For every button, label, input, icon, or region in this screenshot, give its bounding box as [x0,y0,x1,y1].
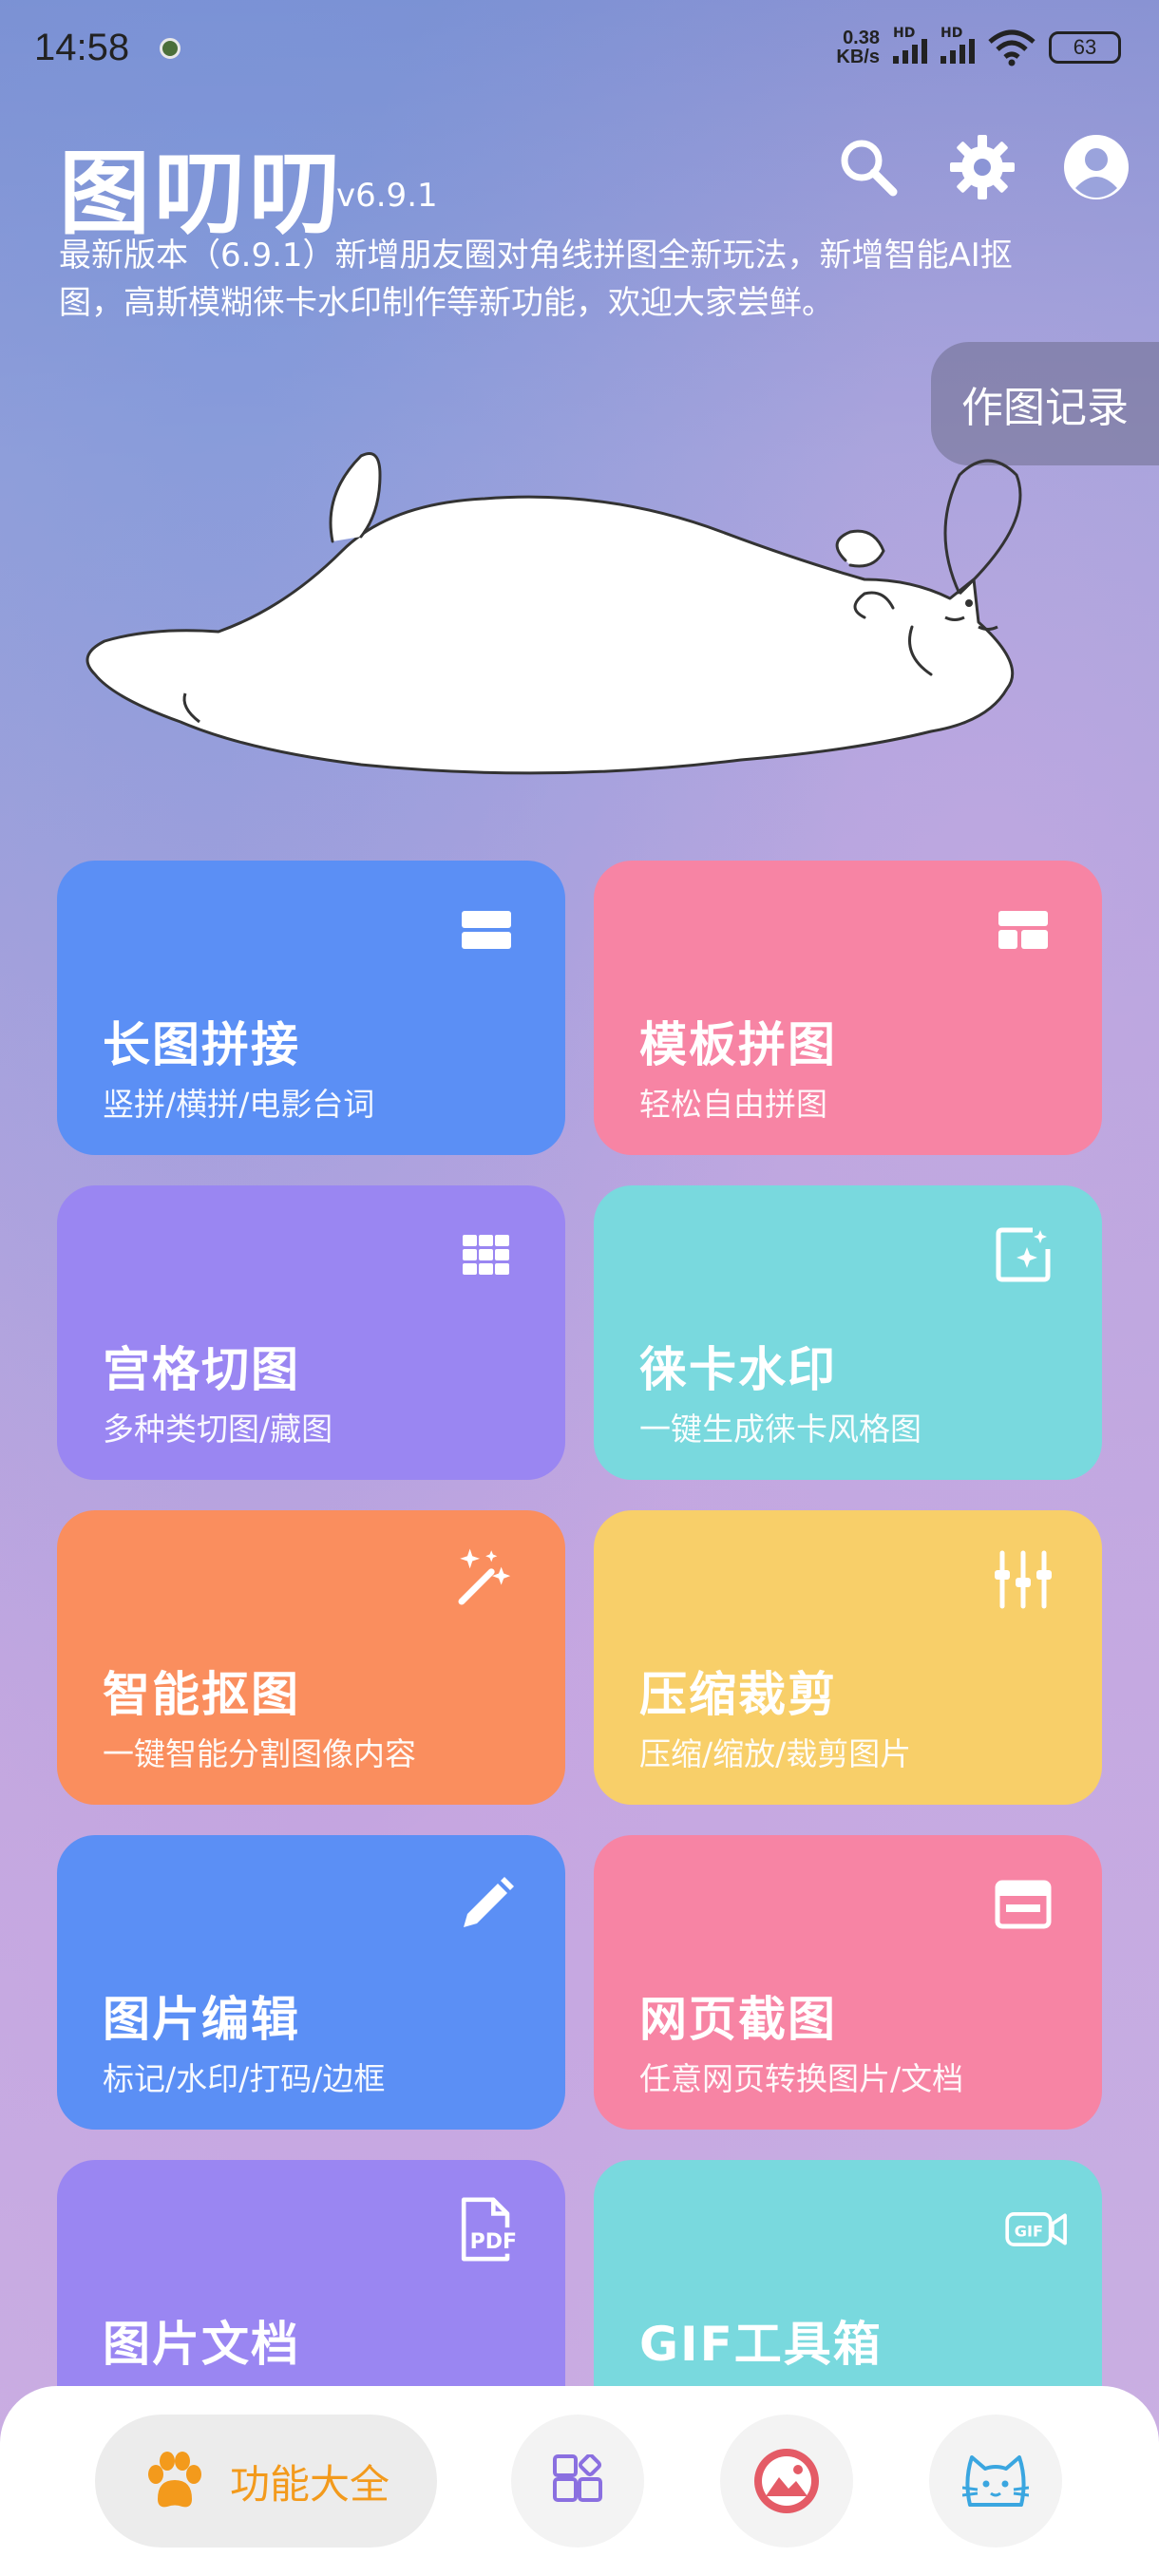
grid-icon [455,1223,518,1286]
card-grid-cut[interactable]: 宫格切图 多种类切图/藏图 [57,1185,565,1480]
nav-apps[interactable] [511,2415,644,2548]
gallery-icon [754,2449,819,2513]
card-title: 图片编辑 [103,1992,300,2047]
stack-layout-icon [455,899,518,961]
signal-hd-label-2: HD [940,26,963,41]
status-indicators: 0.38 KB/s HD HD 63 [836,26,1121,66]
network-speed-unit: KB/s [836,47,880,67]
card-compress-crop[interactable]: 压缩裁剪 压缩/缩放/裁剪图片 [594,1510,1102,1805]
header-actions [834,133,1130,201]
card-webpage-screenshot[interactable]: 网页截图 任意网页转换图片/文档 [594,1835,1102,2130]
card-title: 宫格切图 [103,1342,300,1397]
notification-icon [160,38,180,59]
battery-icon: 63 [1049,31,1121,64]
nav-gallery[interactable] [720,2415,853,2548]
card-smart-cutout[interactable]: 智能抠图 一键智能分割图像内容 [57,1510,565,1805]
card-long-image-stitch[interactable]: 长图拼接 竖拼/横拼/电影台词 [57,861,565,1155]
card-title: 长图拼接 [103,1017,300,1072]
gif-icon-text: GIF [1015,2222,1043,2240]
card-title: 图片文档 [103,2317,300,2372]
sliders-icon [992,1548,1054,1611]
card-subtitle: 压缩/缩放/裁剪图片 [639,1735,912,1772]
search-icon[interactable] [834,133,902,201]
card-subtitle: 一键智能分割图像内容 [103,1735,416,1772]
app-version: v6.9.1 [336,177,438,215]
card-subtitle: 多种类切图/藏图 [103,1411,333,1448]
paw-icon [147,2452,201,2508]
card-template-collage[interactable]: 模板拼图 轻松自由拼图 [594,861,1102,1155]
gif-icon: GIF [1005,2198,1068,2261]
bottom-nav: 功能大全 [0,2386,1159,2576]
card-subtitle: 一键生成徕卡风格图 [639,1411,922,1448]
card-image-edit[interactable]: 图片编辑 标记/水印/打码/边框 [57,1835,565,2130]
pencil-icon [455,1873,518,1936]
wifi-icon [988,29,1036,66]
status-bar: 14:58 0.38 KB/s HD HD 63 [0,0,1159,95]
nav-all-features-label: 功能大全 [229,2460,390,2508]
status-time: 14:58 [34,27,130,68]
feature-grid: 长图拼接 竖拼/横拼/电影台词 模板拼图 轻松自由拼图 宫格切图 多种类切图/藏… [57,861,1102,2454]
card-subtitle: 标记/水印/打码/边框 [103,2060,386,2097]
card-title: 徕卡水印 [639,1342,837,1397]
magic-wand-icon [455,1548,518,1611]
card-subtitle: 任意网页转换图片/文档 [639,2060,964,2097]
cat-illustration [86,452,1022,775]
pdf-icon: PDF [455,2197,518,2262]
card-title: 智能抠图 [103,1667,300,1722]
pdf-icon-text: PDF [470,2230,517,2254]
signal-hd-label: HD [893,26,916,41]
cat-face-icon [962,2455,1029,2507]
user-icon[interactable] [1062,133,1130,201]
card-leica-watermark[interactable]: 徕卡水印 一键生成徕卡风格图 [594,1185,1102,1480]
card-title: GIF工具箱 [639,2317,883,2372]
card-subtitle: 轻松自由拼图 [639,1086,827,1123]
drawing-records-label: 作图记录 [961,384,1129,432]
network-speed: 0.38 KB/s [836,28,880,66]
card-title: 网页截图 [639,1992,837,2047]
nav-all-features[interactable]: 功能大全 [95,2415,437,2548]
gear-icon[interactable] [948,133,1016,201]
card-title: 压缩裁剪 [639,1667,837,1722]
signal-icon-2: HD [940,26,975,64]
card-title: 模板拼图 [639,1017,837,1072]
browser-window-icon [992,1873,1054,1936]
apps-icon [553,2454,602,2502]
sparkle-frame-icon [992,1223,1054,1286]
card-subtitle: 竖拼/横拼/电影台词 [103,1086,375,1123]
network-speed-value: 0.38 [843,28,880,48]
template-layout-icon [992,899,1054,961]
nav-cat[interactable] [929,2415,1062,2548]
announcement-text: 最新版本（6.9.1）新增朋友圈对角线拼图全新玩法，新增智能AI抠图，高斯模糊徕… [59,237,1013,322]
signal-icon: HD [893,26,927,64]
